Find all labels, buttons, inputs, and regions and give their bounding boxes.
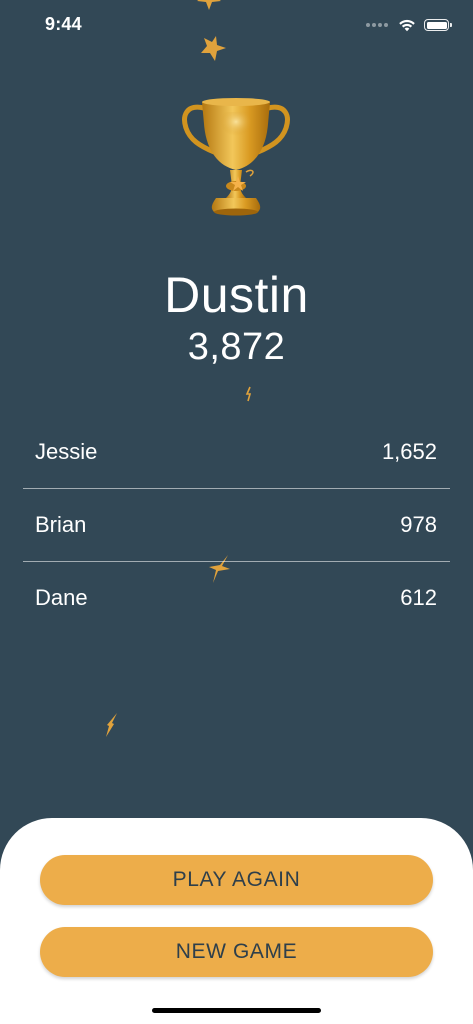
action-sheet: PLAY AGAIN NEW GAME [0, 818, 473, 1024]
battery-icon [424, 19, 452, 31]
results-screen: 9:44 Dustin 3,872 Jessie 1,652 Brian 978… [0, 0, 473, 1024]
status-bar: 9:44 [0, 0, 473, 52]
play-again-button[interactable]: PLAY AGAIN [40, 855, 433, 905]
standings-row: Brian 978 [23, 488, 450, 561]
wifi-icon [399, 19, 415, 32]
confetti-star-icon [201, 36, 226, 61]
player-name: Jessie [35, 438, 98, 464]
standings-list: Jessie 1,652 Brian 978 Dane 612 [23, 415, 450, 634]
confetti-piece-icon [106, 713, 117, 737]
home-indicator[interactable] [152, 1008, 321, 1013]
player-score: 978 [400, 512, 437, 537]
confetti-star-icon [197, 0, 221, 10]
confetti-piece-icon [245, 386, 252, 402]
winner-score: 3,872 [187, 326, 286, 368]
trophy-icon [182, 98, 290, 216]
standings-row: Dane 612 [23, 561, 450, 634]
status-time: 9:44 [45, 14, 82, 34]
player-score: 612 [400, 585, 437, 610]
cellular-signal-icon [366, 23, 388, 27]
player-score: 1,652 [381, 438, 437, 464]
winner-name: Dustin [164, 267, 309, 323]
new-game-button[interactable]: NEW GAME [40, 927, 433, 977]
player-name: Dane [35, 585, 88, 610]
status-icons [366, 16, 452, 34]
player-name: Brian [35, 512, 87, 537]
standings-row: Jessie 1,652 [23, 415, 450, 488]
